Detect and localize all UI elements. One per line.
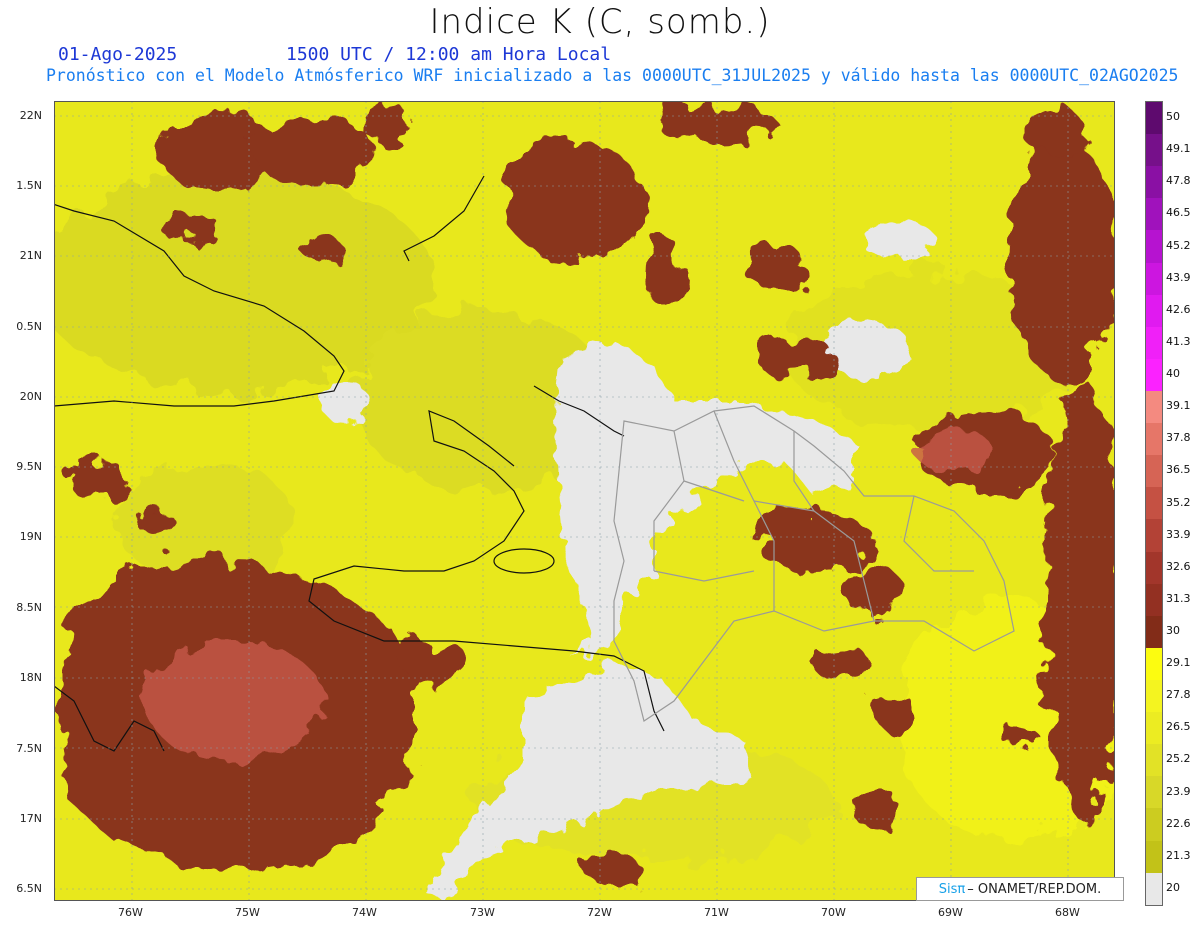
- lat-label: 17N: [19, 812, 42, 825]
- colorbar-label: 20: [1166, 880, 1180, 894]
- colorbar-label: 27.8: [1166, 688, 1191, 702]
- lon-label: 74W: [352, 906, 377, 919]
- lat-label: 9.5N: [16, 460, 42, 473]
- colorbar-swatch: [1146, 358, 1162, 391]
- lon-label: 68W: [1055, 906, 1080, 919]
- forecast-date: 01-Ago-2025: [58, 44, 178, 65]
- colorbar-swatch: [1146, 455, 1162, 488]
- colorbar-label: 30: [1166, 623, 1180, 637]
- lat-label: 6.5N: [16, 882, 42, 895]
- colorbar-swatch: [1146, 519, 1162, 552]
- colorbar-swatch: [1146, 551, 1162, 584]
- lat-label: 21N: [19, 249, 42, 262]
- lat-label: 1.5N: [16, 179, 42, 192]
- lat-label: 22N: [19, 109, 42, 122]
- lon-label: 75W: [235, 906, 260, 919]
- colorbar-label: 45.2: [1166, 238, 1191, 252]
- colorbar-swatch: [1146, 230, 1162, 263]
- lon-label: 71W: [704, 906, 729, 919]
- colorbar-swatch: [1146, 776, 1162, 809]
- credit-org: – ONAMET/REP.DOM.: [967, 881, 1102, 897]
- colorbar-swatch: [1146, 808, 1162, 841]
- lon-label: 76W: [118, 906, 143, 919]
- colorbar-swatch: [1146, 390, 1162, 424]
- colorbar-swatch: [1146, 615, 1162, 648]
- colorbar-label: 49.1: [1166, 142, 1191, 156]
- colorbar-label: 32.6: [1166, 559, 1191, 573]
- colorbar-swatch: [1146, 744, 1162, 777]
- lon-label: 73W: [470, 906, 495, 919]
- colorbar: [1145, 101, 1163, 906]
- colorbar-label: 39.1: [1166, 399, 1191, 413]
- colorbar-swatch: [1146, 712, 1162, 745]
- colorbar-label: 43.9: [1166, 270, 1191, 284]
- lat-label: 20N: [19, 390, 42, 403]
- colorbar-swatch: [1146, 423, 1162, 456]
- colorbar-label: 46.5: [1166, 206, 1191, 220]
- colorbar-label: 21.3: [1166, 848, 1191, 862]
- model-info: Pronóstico con el Modelo Atmósferico WRF…: [46, 66, 1179, 85]
- colorbar-label: 41.3: [1166, 334, 1191, 348]
- credit-box: Sisπ – ONAMET/REP.DOM.: [916, 877, 1124, 901]
- colorbar-swatch: [1146, 262, 1162, 295]
- lat-label: 0.5N: [16, 320, 42, 333]
- colorbar-label: 47.8: [1166, 174, 1191, 188]
- k-index-map: [54, 101, 1115, 901]
- colorbar-swatch: [1146, 134, 1162, 167]
- forecast-time: 1500 UTC / 12:00 am Hora Local: [286, 44, 612, 65]
- colorbar-label: 37.8: [1166, 431, 1191, 445]
- colorbar-label: 25.2: [1166, 752, 1191, 766]
- colorbar-swatch: [1146, 872, 1162, 905]
- colorbar-label: 22.6: [1166, 816, 1191, 830]
- colorbar-swatch: [1146, 583, 1162, 616]
- colorbar-swatch: [1146, 102, 1162, 135]
- colorbar-label: 31.3: [1166, 591, 1191, 605]
- colorbar-swatch: [1146, 840, 1162, 873]
- colorbar-label: 50: [1166, 110, 1180, 124]
- colorbar-swatch: [1146, 166, 1162, 199]
- lat-label: 18N: [19, 671, 42, 684]
- lon-label: 70W: [821, 906, 846, 919]
- colorbar-swatch: [1146, 326, 1162, 359]
- colorbar-label: 42.6: [1166, 302, 1191, 316]
- sisp-logo-text: Sisπ: [938, 881, 966, 897]
- colorbar-label: 23.9: [1166, 784, 1191, 798]
- lat-label: 7.5N: [16, 742, 42, 755]
- lat-label: 19N: [19, 530, 42, 543]
- colorbar-swatch: [1146, 647, 1162, 680]
- colorbar-label: 35.2: [1166, 495, 1191, 509]
- colorbar-label: 36.5: [1166, 463, 1191, 477]
- map-title: Indice K (C, somb.): [429, 2, 771, 42]
- colorbar-label: 40: [1166, 367, 1180, 381]
- colorbar-label: 26.5: [1166, 720, 1191, 734]
- lat-label: 8.5N: [16, 601, 42, 614]
- colorbar-swatch: [1146, 487, 1162, 520]
- colorbar-swatch: [1146, 679, 1162, 713]
- colorbar-swatch: [1146, 198, 1162, 231]
- colorbar-swatch: [1146, 294, 1162, 327]
- colorbar-label: 29.1: [1166, 656, 1191, 670]
- lon-label: 69W: [938, 906, 963, 919]
- colorbar-label: 33.9: [1166, 527, 1191, 541]
- lon-label: 72W: [587, 906, 612, 919]
